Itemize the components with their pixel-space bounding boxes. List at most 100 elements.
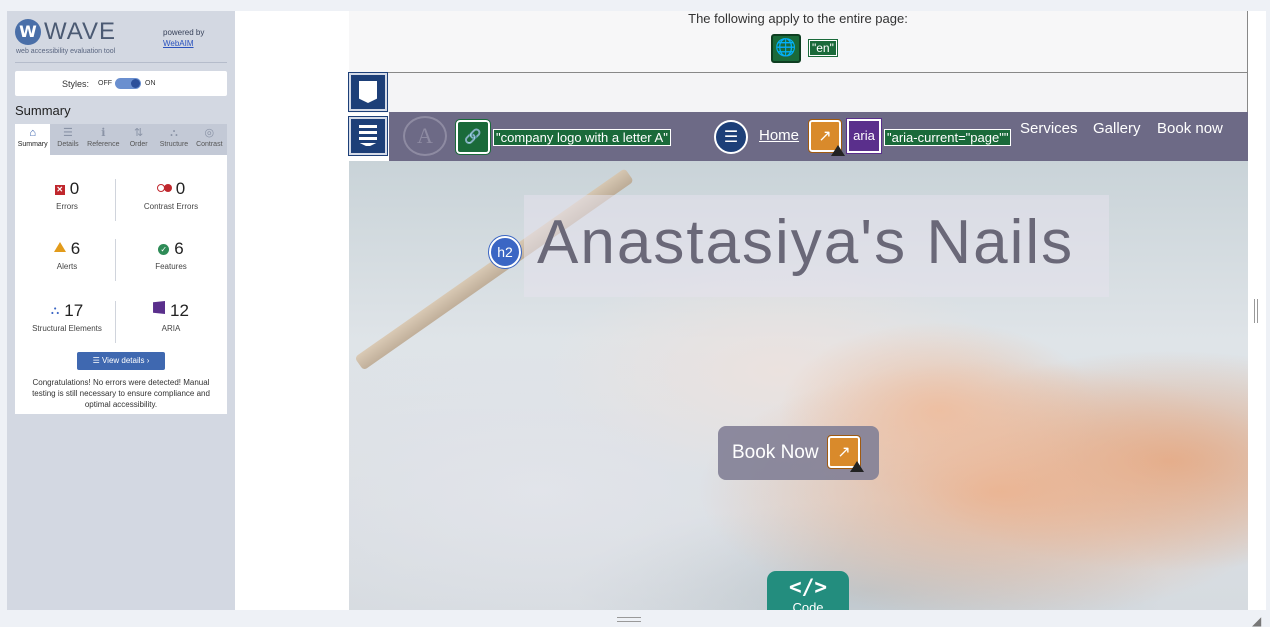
tab-order[interactable]: ⇅ Order (121, 124, 156, 155)
tab-contrast[interactable]: ◎ Contrast (192, 124, 227, 155)
list-icon: ☰ (63, 127, 73, 139)
logo-alt-text: "company logo with a letter A" (493, 129, 671, 146)
structure-icon: ⛬ (50, 303, 60, 317)
contrast-errors-count: 0 (175, 179, 186, 198)
link-alert-icon[interactable]: ↗ (827, 435, 864, 472)
structure-icon: ⛬ (170, 127, 178, 139)
tab-label: Reference (87, 141, 120, 148)
stat-structural: ⛬ 17 Structural Elements (17, 301, 117, 333)
site-navbar: A 🔗 "company logo with a letter A" ☰ Hom… (389, 112, 1248, 161)
stat-alerts: 6 Alerts (17, 239, 117, 271)
stat-errors: ✕ 0 Errors (17, 179, 117, 211)
vertical-resize-handle[interactable] (1254, 299, 1258, 323)
tab-reference[interactable]: ℹ Reference (86, 124, 121, 155)
styles-label: Styles: (62, 79, 90, 89)
alert-icon (53, 242, 66, 252)
nav-gallery-link[interactable]: Gallery (1093, 120, 1141, 137)
nav-home-link[interactable]: Home (759, 127, 799, 144)
language-tag: "en" (808, 39, 838, 57)
region-shape (359, 125, 377, 147)
summary-heading: Summary (15, 103, 71, 118)
summary-panel: ✕ 0 Errors 0 Contrast Errors 6 Alerts ✓ 6 … (15, 155, 227, 414)
contrast-error-icon (156, 184, 172, 192)
tab-label: Details (57, 141, 79, 148)
page-level-annotations: The following apply to the entire page: … (349, 11, 1248, 73)
errors-label: Errors (56, 202, 78, 211)
hero-section: h2 Anastasiya's Nails Book Now ↗ </> Cod… (349, 161, 1248, 610)
page-viewport: The following apply to the entire page: … (235, 11, 1266, 610)
structural-label: Structural Elements (32, 324, 102, 333)
info-icon: ℹ (101, 127, 106, 139)
tab-label: Order (129, 141, 148, 148)
webaim-link[interactable]: WebAIM (163, 38, 204, 49)
wave-brand: W WAVE web accessibility evaluation tool… (15, 19, 227, 63)
feature-check-icon: ✓ (158, 244, 170, 255)
features-label: Features (155, 262, 187, 271)
errors-count: 0 (69, 179, 80, 198)
view-details-button[interactable]: ☰ View details › (77, 352, 165, 370)
styles-toggle[interactable] (115, 78, 141, 89)
powered-by-text: powered by (163, 28, 205, 37)
stat-features: ✓ 6 Features (121, 239, 221, 271)
tab-label: Structure (159, 141, 189, 148)
powered-by: powered by WebAIM (163, 27, 204, 49)
wave-tabs: ⌂ Summary ☰ Details ℹ Reference ⇅ Order … (15, 124, 227, 155)
code-label: Code (792, 600, 824, 610)
tab-label: Contrast (196, 141, 223, 148)
tab-details[interactable]: ☰ Details (50, 124, 85, 155)
stat-contrast-errors: 0 Contrast Errors (121, 179, 221, 211)
wave-tagline: web accessibility evaluation tool (16, 48, 116, 55)
congratulations-message: Congratulations! No errors were detected… (32, 378, 210, 409)
divider (115, 301, 116, 343)
region-shape (359, 81, 377, 103)
navigation-region-icon[interactable] (348, 116, 388, 156)
company-logo[interactable]: A (403, 116, 447, 156)
home-icon: ⌂ (29, 127, 36, 139)
aria-count: 12 (170, 301, 189, 320)
styles-off-label: OFF (98, 80, 112, 87)
order-icon: ⇅ (134, 127, 144, 139)
aria-current-tag: "aria-current="page"" (884, 129, 1012, 146)
tab-summary[interactable]: ⌂ Summary (15, 124, 51, 155)
wave-sidebar: W WAVE web accessibility evaluation tool… (7, 11, 235, 610)
linked-image-icon[interactable]: 🔗 (455, 119, 491, 155)
page-applies-text: The following apply to the entire page: (688, 11, 908, 26)
toggle-knob (131, 79, 140, 88)
stat-aria: 12 ARIA (121, 301, 221, 333)
aria-icon[interactable]: aria (846, 118, 882, 154)
code-toggle-button[interactable]: </> Code (767, 571, 849, 610)
divider (115, 179, 116, 221)
styles-toggle-bar: Styles: OFF ON (15, 71, 227, 96)
features-count: 6 (174, 239, 184, 258)
divider (115, 239, 116, 281)
wave-title: WAVE (44, 18, 117, 45)
warning-icon (850, 461, 864, 472)
styles-on-label: ON (145, 80, 156, 87)
redundant-link-alert-icon[interactable]: ↗ (808, 119, 845, 156)
h2-heading-icon[interactable]: h2 (488, 235, 522, 269)
structural-count: 17 (64, 301, 84, 320)
wave-logo-icon: W (15, 19, 41, 45)
aria-label: ARIA (161, 324, 181, 333)
language-globe-icon[interactable]: 🌐 (771, 34, 801, 63)
code-icon: </> (789, 575, 827, 599)
header-band (349, 73, 1248, 113)
nav-services-link[interactable]: Services (1020, 120, 1078, 137)
tab-label: Summary (17, 141, 48, 148)
hero-title: Anastasiya's Nails (537, 208, 1075, 277)
error-icon: ✕ (54, 185, 65, 195)
alerts-label: Alerts (56, 262, 78, 271)
alerts-count: 6 (70, 239, 81, 258)
aria-icon (153, 301, 166, 314)
contrast-icon: ◎ (204, 127, 215, 139)
corner-resize-icon[interactable]: ◢ (1252, 614, 1261, 627)
tab-structure[interactable]: ⛬ Structure (156, 124, 191, 155)
header-region-icon[interactable] (348, 72, 388, 112)
horizontal-resize-handle[interactable] (617, 617, 641, 622)
unordered-list-icon[interactable]: ☰ (714, 120, 748, 154)
list-icon: ☰ (92, 356, 102, 365)
warning-icon (831, 145, 845, 156)
nav-book-now-link[interactable]: Book now (1157, 120, 1223, 137)
contrast-errors-label: Contrast Errors (143, 202, 199, 211)
book-now-label: Book Now (732, 442, 819, 463)
